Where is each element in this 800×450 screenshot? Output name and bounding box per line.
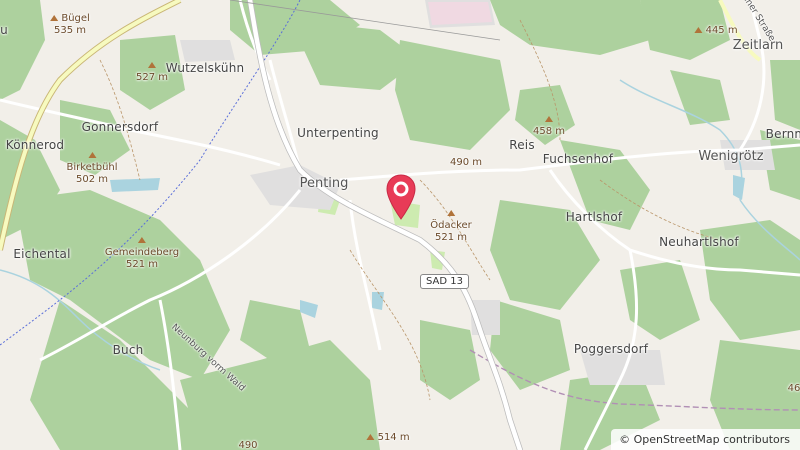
peak-elevation: 521 m	[125, 259, 159, 270]
peak-name: Gemeindeberg	[104, 247, 180, 258]
copyright-symbol: ©	[619, 433, 631, 446]
peak-icon	[137, 237, 146, 243]
place-label-zeitlarn: Zeitlarn	[732, 38, 784, 53]
place-label-buch: Buch	[112, 343, 144, 357]
place-label-reis: Reis	[509, 138, 535, 152]
map-attribution: © OpenStreetMap contributors	[611, 429, 800, 450]
elevation-value: 458 m	[532, 126, 566, 137]
peak-icon	[147, 62, 156, 68]
place-label-penting: Penting	[299, 176, 349, 191]
place-label-fuchsenhof: Fuchsenhof	[542, 152, 614, 166]
place-label-u: u	[0, 23, 8, 37]
peak-icon	[446, 210, 455, 216]
peak-elevation: 535 m	[53, 25, 87, 36]
pin-icon	[386, 174, 416, 220]
place-label-gonnersdorf: Gonnersdorf	[81, 120, 159, 134]
peak-name: Bügel	[61, 13, 90, 24]
peak-oedacker: Ödacker 521 m	[430, 208, 472, 244]
map-view[interactable]: Penting Unterpenting Wutzelskühn Gonners…	[0, 0, 800, 450]
peak-icon	[88, 152, 96, 158]
peak-icon	[544, 116, 553, 122]
elevation-514: 514 m	[366, 432, 410, 444]
peak-name: Birketbühl	[66, 162, 118, 173]
peak-name: Ödacker	[430, 220, 472, 231]
place-label-koennerod: Könnerod	[5, 138, 65, 152]
place-label-hartlshof: Hartlshof	[565, 210, 623, 224]
place-label-poggersdorf: Poggersdorf	[573, 342, 649, 356]
place-label-wenigroetz: Wenigrötz	[698, 149, 764, 164]
attribution-link[interactable]: OpenStreetMap contributors	[634, 433, 790, 446]
elevation-value: 527 m	[135, 72, 169, 83]
elevation-458: 458 m	[533, 114, 565, 138]
elevation-46: 46	[787, 383, 800, 394]
peak-elevation: 502 m	[75, 174, 108, 185]
peak-buegel: Bügel 535 m	[50, 13, 90, 37]
place-label-wutzelskuehn: Wutzelskühn	[165, 61, 245, 75]
place-label-neuhartlshof: Neuhartlshof	[659, 235, 739, 249]
peak-icon	[694, 27, 703, 33]
elevation-445: 445 m	[694, 25, 738, 37]
place-label-bernm: Bernm	[765, 127, 800, 141]
peak-icon	[50, 15, 59, 21]
elevation-490b: 490	[238, 440, 258, 450]
road-shield-sad13: SAD 13	[420, 274, 469, 289]
peak-birketbuehl: Birketbühl 502 m	[66, 150, 118, 186]
elevation-value: 514 m	[377, 432, 410, 443]
peak-gemeindeberg: Gemeindeberg 521 m	[105, 235, 179, 271]
peak-icon	[366, 434, 375, 440]
elevation-value: 445 m	[705, 25, 738, 36]
peak-elevation: 521 m	[434, 232, 468, 243]
place-label-eichental: Eichental	[13, 247, 71, 261]
place-label-unterpenting: Unterpenting	[297, 126, 379, 140]
location-marker-pin[interactable]	[386, 174, 416, 220]
elevation-490: 490 m	[449, 157, 483, 168]
map-base-layer	[0, 0, 800, 450]
elevation-527: 527 m	[136, 60, 168, 84]
